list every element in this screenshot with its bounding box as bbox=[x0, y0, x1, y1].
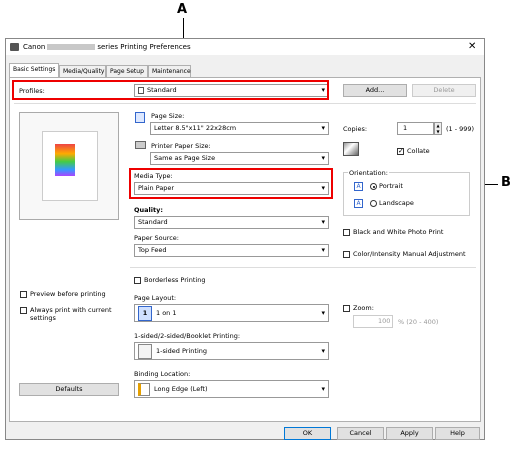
portrait-label: Portrait bbox=[379, 182, 403, 190]
divider bbox=[130, 267, 476, 268]
printer-paper-icon bbox=[135, 141, 146, 149]
copies-stepper[interactable]: ▲ ▼ bbox=[434, 122, 442, 135]
apply-button[interactable]: Apply bbox=[386, 427, 433, 440]
collate-checkbox[interactable] bbox=[397, 147, 404, 155]
page-preview bbox=[42, 131, 98, 201]
paper-source-dropdown[interactable]: Top Feed ▾ bbox=[134, 244, 329, 257]
tab-media-quality[interactable]: Media/Quality bbox=[59, 65, 106, 77]
orientation-label: Orientation: bbox=[348, 169, 389, 177]
page-size-label: Page Size: bbox=[151, 112, 185, 120]
borderless-checkbox[interactable] bbox=[134, 277, 141, 284]
callout-a: A bbox=[177, 2, 188, 17]
tab-basic-settings[interactable]: Basic Settings bbox=[9, 63, 59, 77]
bw-photo-label: Black and White Photo Print bbox=[353, 228, 444, 236]
tab-maintenance[interactable]: Maintenance bbox=[148, 65, 191, 77]
quality-label: Quality: bbox=[134, 206, 163, 214]
orientation-group bbox=[343, 172, 470, 216]
chevron-down-icon: ▾ bbox=[321, 154, 325, 162]
color-intensity-label: Color/Intensity Manual Adjustment bbox=[353, 250, 466, 258]
page-size-dropdown[interactable]: Letter 8.5"x11" 22x28cm ▾ bbox=[150, 122, 329, 135]
page-layout-dropdown[interactable]: 11 on 1 ▾ bbox=[134, 304, 329, 322]
always-print-current-label-2: settings bbox=[30, 314, 56, 322]
paper-source-label: Paper Source: bbox=[134, 234, 179, 242]
redacted-model bbox=[47, 44, 96, 50]
title-bar: Canon series Printing Preferences ✕ bbox=[6, 39, 484, 55]
always-print-current-checkbox[interactable] bbox=[20, 307, 27, 314]
portrait-radio[interactable] bbox=[370, 183, 377, 190]
page-layout-label: Page Layout: bbox=[134, 294, 177, 302]
portrait-icon: A bbox=[354, 182, 363, 191]
collate-label: Collate bbox=[407, 147, 430, 155]
copies-label: Copies: bbox=[343, 125, 368, 133]
color-bars-image bbox=[55, 144, 75, 176]
duplex-icon bbox=[138, 343, 152, 359]
binding-dropdown[interactable]: Long Edge (Left) ▾ bbox=[134, 380, 329, 398]
copies-input[interactable]: 1 bbox=[397, 122, 434, 135]
chevron-down-icon: ▾ bbox=[321, 246, 325, 254]
quality-dropdown[interactable]: Standard ▾ bbox=[134, 216, 329, 229]
chevron-down-icon: ▾ bbox=[321, 184, 325, 192]
landscape-label: Landscape bbox=[379, 199, 414, 207]
duplex-label: 1-sided/2-sided/Booklet Printing: bbox=[134, 332, 241, 340]
media-type-dropdown[interactable]: Plain Paper ▾ bbox=[134, 182, 329, 195]
window-title: Canon series Printing Preferences bbox=[23, 43, 191, 51]
binding-icon bbox=[138, 382, 150, 396]
divider bbox=[14, 103, 476, 104]
spin-down-icon[interactable]: ▼ bbox=[435, 129, 441, 135]
preview-area bbox=[19, 112, 119, 220]
zoom-input[interactable]: 100 bbox=[353, 315, 393, 328]
close-icon[interactable]: ✕ bbox=[468, 41, 476, 52]
help-button[interactable]: Help bbox=[435, 427, 480, 440]
collate-icon bbox=[343, 142, 359, 156]
add-profile-button[interactable]: Add... bbox=[343, 84, 407, 97]
chevron-down-icon: ▾ bbox=[321, 347, 325, 355]
zoom-label: Zoom: bbox=[353, 304, 374, 312]
tab-page-setup[interactable]: Page Setup bbox=[106, 65, 148, 77]
delete-profile-button[interactable]: Delete bbox=[412, 84, 476, 97]
printer-icon bbox=[10, 43, 19, 51]
copies-range: (1 - 999) bbox=[446, 125, 475, 133]
duplex-dropdown[interactable]: 1-sided Printing ▾ bbox=[134, 342, 329, 360]
preview-before-printing-checkbox[interactable] bbox=[20, 291, 27, 298]
chevron-down-icon: ▾ bbox=[321, 385, 325, 393]
color-intensity-checkbox[interactable] bbox=[343, 251, 350, 258]
callout-b: B bbox=[501, 175, 511, 190]
media-type-label: Media Type: bbox=[134, 172, 173, 180]
zoom-range: % (20 - 400) bbox=[398, 318, 439, 326]
chevron-down-icon: ▾ bbox=[321, 124, 325, 132]
borderless-label: Borderless Printing bbox=[144, 276, 206, 284]
chevron-down-icon: ▾ bbox=[321, 309, 325, 317]
binding-label: Binding Location: bbox=[134, 370, 191, 378]
highlight-a bbox=[12, 80, 329, 100]
printer-paper-size-dropdown[interactable]: Same as Page Size ▾ bbox=[150, 152, 329, 165]
landscape-icon: A bbox=[354, 199, 363, 208]
defaults-button[interactable]: Defaults bbox=[19, 383, 119, 396]
layout-icon: 1 bbox=[138, 305, 152, 321]
tab-bar: Basic Settings Media/Quality Page Setup … bbox=[6, 63, 484, 77]
cancel-button[interactable]: Cancel bbox=[337, 427, 384, 440]
bw-photo-checkbox[interactable] bbox=[343, 229, 350, 236]
ok-button[interactable]: OK bbox=[284, 427, 331, 440]
landscape-radio[interactable] bbox=[370, 200, 377, 207]
preview-before-printing-label: Preview before printing bbox=[30, 290, 106, 298]
always-print-current-label: Always print with current bbox=[30, 306, 112, 314]
chevron-down-icon: ▾ bbox=[321, 218, 325, 226]
printer-paper-size-label: Printer Paper Size: bbox=[151, 142, 211, 150]
basic-settings-panel: Profiles: Standard ▾ Add... Delete Previ… bbox=[9, 77, 481, 422]
zoom-checkbox[interactable] bbox=[343, 305, 350, 312]
page-size-icon bbox=[135, 112, 145, 123]
